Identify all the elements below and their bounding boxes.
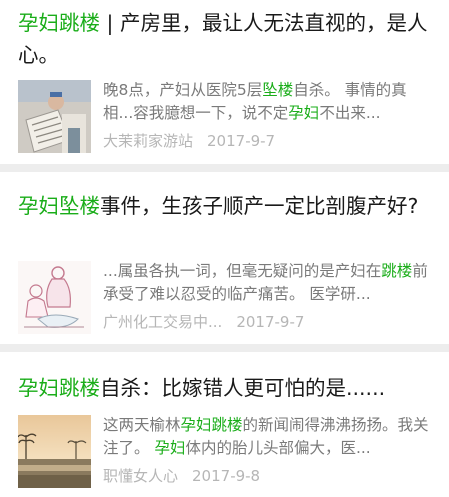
result-title[interactable]: 孕妇跳楼自杀：比嫁错人更可怕的是...... bbox=[18, 372, 433, 404]
result-title[interactable]: 孕妇坠楼事件，生孩子顺产一定比剖腹产好? bbox=[18, 190, 433, 222]
result-date: 2017-9-7 bbox=[207, 132, 276, 150]
snippet-text: 这两天榆林 bbox=[103, 416, 181, 434]
snippet-text: 晚8点，产妇从医院5层 bbox=[103, 81, 263, 99]
search-result-card-2[interactable]: 孕妇坠楼事件，生孩子顺产一定比剖腹产好? ...属虽各执一词，但毫无疑问的是产妇… bbox=[0, 172, 449, 344]
search-result-card-3[interactable]: 孕妇跳楼自杀：比嫁错人更可怕的是...... 这两天榆林孕妇跳楼的新闻闹得沸沸扬… bbox=[0, 352, 449, 497]
newspaper-reader-photo-icon bbox=[18, 80, 91, 153]
title-highlight: 孕妇跳楼 bbox=[18, 376, 100, 400]
mother-baby-illustration-icon bbox=[18, 261, 91, 334]
snippet-highlight: 坠楼 bbox=[262, 81, 294, 99]
snippet-highlight: 孕妇跳楼 bbox=[180, 416, 243, 434]
snippet-highlight: 跳楼 bbox=[381, 262, 413, 280]
result-meta: 大茉莉家游站 2017-9-7 bbox=[103, 131, 433, 151]
title-text: 自杀：比嫁错人更可怕的是...... bbox=[100, 376, 386, 400]
result-snippet: ...属虽各执一词，但毫无疑问的是产妇在跳楼前承受了难以忍受的临产痛苦。 医学研… bbox=[103, 260, 433, 306]
result-date: 2017-9-7 bbox=[236, 313, 305, 331]
snippet-highlight: 孕妇 bbox=[154, 439, 186, 457]
result-meta: 广州化工交易中... 2017-9-7 bbox=[103, 312, 433, 332]
result-title[interactable]: 孕妇跳楼 | 产房里，最让人无法直视的，是人心。 bbox=[18, 7, 433, 71]
result-snippet: 晚8点，产妇从医院5层坠楼自杀。 事情的真相...容我臆想一下，说不定孕妇不出来… bbox=[103, 79, 433, 125]
result-snippet: 这两天榆林孕妇跳楼的新闻闹得沸沸扬扬。我关注了。 孕妇体内的胎儿头部偏大，医..… bbox=[103, 414, 433, 460]
snippet-text: 体内的胎儿头部偏大，医... bbox=[185, 439, 371, 457]
result-source: 职懂女人心 bbox=[103, 467, 179, 485]
snippet-text: ...属虽各执一词，但毫无疑问的是产妇在 bbox=[103, 262, 382, 280]
result-source: 大茉莉家游站 bbox=[103, 132, 194, 150]
search-result-card-1[interactable]: 孕妇跳楼 | 产房里，最让人无法直视的，是人心。 晚8点，产妇从医院5层坠楼自杀… bbox=[0, 0, 449, 164]
sunset-lake-photo-icon bbox=[18, 415, 91, 488]
title-highlight: 孕妇坠楼 bbox=[18, 194, 100, 218]
snippet-highlight: 孕妇 bbox=[288, 104, 320, 122]
result-thumbnail[interactable] bbox=[18, 80, 91, 153]
title-text: 事件，生孩子顺产一定比剖腹产好? bbox=[100, 194, 419, 218]
result-date: 2017-9-8 bbox=[192, 467, 261, 485]
snippet-text: 不出来... bbox=[319, 104, 381, 122]
result-source: 广州化工交易中... bbox=[103, 313, 223, 331]
result-thumbnail[interactable] bbox=[18, 415, 91, 488]
result-thumbnail[interactable] bbox=[18, 261, 91, 334]
title-highlight: 孕妇跳楼 bbox=[18, 11, 100, 35]
result-meta: 职懂女人心 2017-9-8 bbox=[103, 466, 433, 486]
